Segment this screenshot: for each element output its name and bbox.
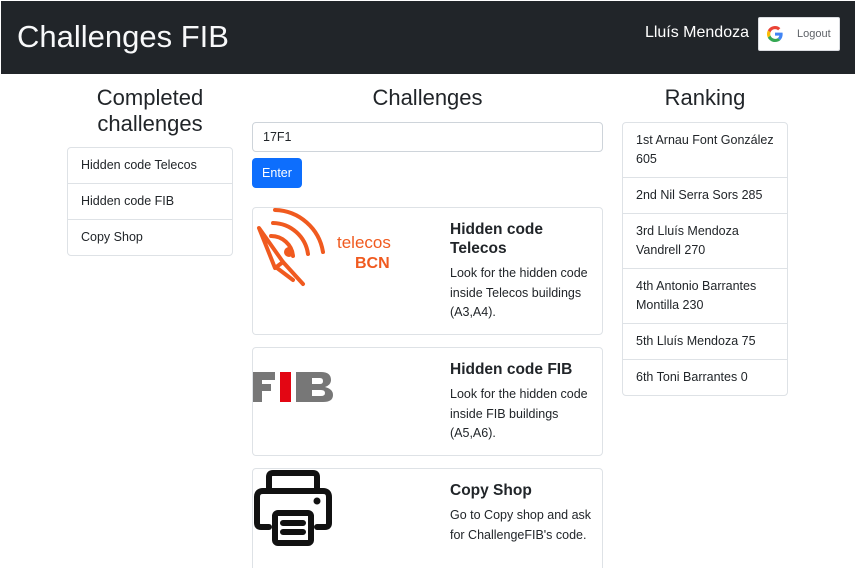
bcn-logo-text: BCN — [355, 255, 390, 272]
challenge-card-telecos[interactable]: telecos BCN Hidden code Telecos Look for… — [252, 207, 603, 335]
card-body: Hidden code Telecos Look for the hidden … — [450, 220, 598, 323]
completed-item[interactable]: Copy Shop — [68, 220, 232, 255]
card-text: Go to Copy shop and ask for ChallengeFIB… — [450, 508, 592, 542]
card-body: Copy Shop Go to Copy shop and ask for Ch… — [450, 481, 598, 545]
challenge-card-fib[interactable]: Hidden code FIB Look for the hidden code… — [252, 347, 603, 456]
user-name: Lluís Mendoza — [644, 24, 749, 41]
ranking-item: 6th Toni Barrantes 0 — [636, 370, 748, 384]
logout-button[interactable]: Logout — [758, 17, 840, 51]
card-text: Look for the hidden code inside FIB buil… — [450, 387, 588, 440]
challenge-card-copy-shop[interactable]: Copy Shop Go to Copy shop and ask for Ch… — [252, 468, 603, 568]
navbar: Challenges FIB Lluís Mendoza Logout — [1, 1, 855, 74]
completed-item[interactable]: Hidden code FIB — [68, 184, 232, 220]
logout-label: Logout — [797, 28, 831, 40]
code-input[interactable] — [252, 122, 603, 152]
ranking-item: 5th Lluís Mendoza 75 — [623, 324, 787, 360]
card-title: Hidden code FIB — [450, 361, 573, 378]
ranking-item: 4th Antonio Barrantes Montilla 230 — [623, 269, 787, 324]
completed-challenges-title: Completed challenges — [96, 85, 204, 136]
printer-icon — [254, 470, 332, 546]
challenges-title: Challenges — [372, 85, 483, 110]
brand-title[interactable]: Challenges FIB — [17, 17, 229, 57]
ranking-item: 2nd Nil Serra Sors 285 — [623, 178, 787, 214]
enter-button[interactable]: Enter — [252, 158, 302, 188]
ranking-item: 3rd Lluís Mendoza Vandrell 270 — [623, 214, 787, 269]
card-body: Hidden code FIB Look for the hidden code… — [450, 360, 598, 444]
completed-item[interactable]: Hidden code Telecos — [68, 148, 232, 184]
ranking-item: 1st Arnau Font González 605 — [623, 123, 787, 178]
card-title: Copy Shop — [450, 482, 532, 499]
card-text: Look for the hidden code inside Telecos … — [450, 266, 588, 319]
completed-challenges-list: Hidden code Telecos Hidden code FIB Copy… — [67, 147, 233, 256]
google-icon — [767, 26, 783, 42]
telecos-logo-text: telecos — [337, 233, 391, 252]
ranking-list: 1st Arnau Font González 605 2nd Nil Serr… — [622, 122, 788, 396]
telecos-bcn-logo: telecos BCN — [257, 208, 391, 286]
card-title: Hidden code Telecos — [450, 221, 544, 257]
ranking-title: Ranking — [664, 85, 746, 110]
fib-logo — [253, 372, 333, 402]
